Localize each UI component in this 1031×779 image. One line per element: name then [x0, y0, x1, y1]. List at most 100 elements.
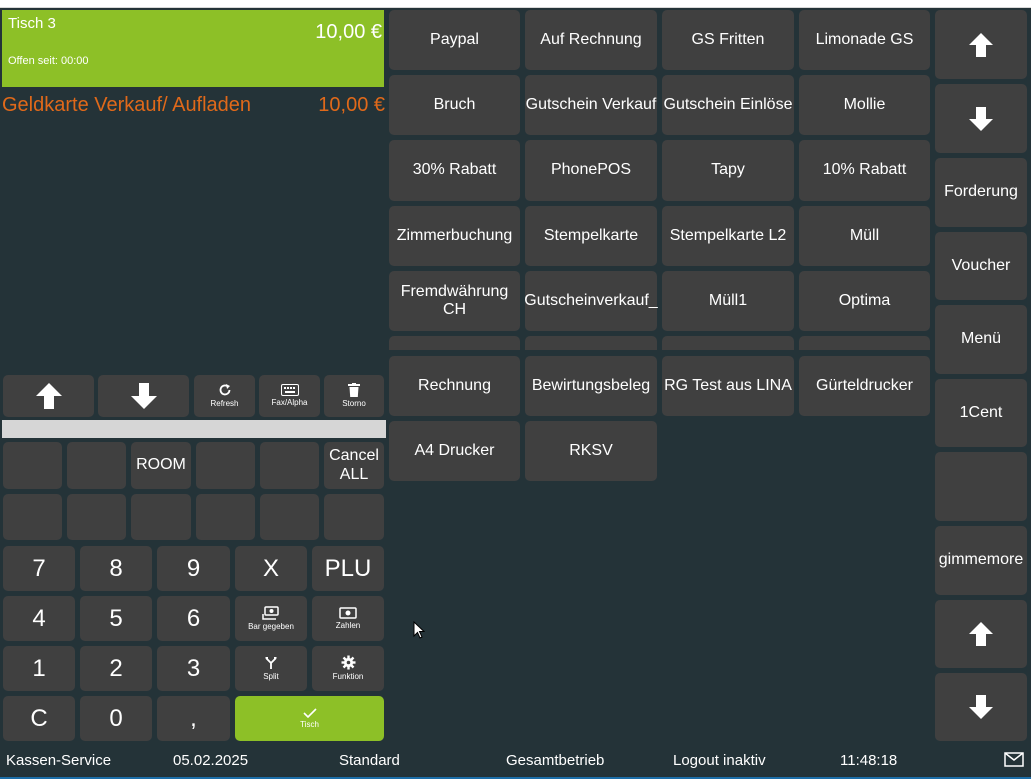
mollie-button[interactable]: Mollie	[799, 75, 930, 135]
room-label: ROOM	[136, 456, 186, 474]
key-label: C	[30, 704, 48, 732]
grid-button-partial[interactable]	[662, 336, 794, 350]
menu-button[interactable]: Menü	[935, 305, 1027, 374]
side-menu-blank[interactable]	[935, 452, 1027, 521]
optima-button[interactable]: Optima	[799, 271, 930, 331]
auf-rechnung-button[interactable]: Auf Rechnung	[525, 10, 657, 70]
keypad-blank[interactable]	[260, 494, 319, 540]
zahlen-label: Zahlen	[335, 620, 361, 630]
one-cent-button[interactable]: 1Cent	[935, 379, 1027, 447]
rksv-button[interactable]: RKSV	[525, 421, 657, 481]
grid-button-partial[interactable]	[525, 336, 657, 350]
key-label: 2	[109, 654, 123, 682]
voucher-button[interactable]: Voucher	[935, 232, 1027, 300]
key-comma[interactable]: ,	[157, 696, 230, 741]
keypad-blank[interactable]	[67, 494, 126, 540]
plu-button[interactable]: PLU	[312, 546, 384, 591]
key-label: ,	[190, 704, 197, 732]
keypad-blank[interactable]	[196, 442, 255, 489]
scroll-down-button[interactable]	[98, 375, 189, 417]
grid-label: Gutschein Verkauf	[525, 95, 657, 113]
keypad-blank[interactable]	[3, 494, 62, 540]
grid-button-partial[interactable]	[389, 336, 520, 350]
keypad-blank[interactable]	[260, 442, 319, 489]
order-item-row[interactable]: Geldkarte Verkauf/ Aufladen 10,00 €	[2, 94, 385, 118]
key-3[interactable]: 3	[157, 646, 230, 691]
fax-alpha-label: Fax/Alpha	[271, 398, 308, 408]
arrow-up-icon	[34, 382, 64, 410]
grid-button-partial[interactable]	[799, 336, 930, 350]
stempelkarte-l2-button[interactable]: Stempelkarte L2	[662, 206, 794, 266]
key-clear[interactable]: C	[3, 696, 75, 741]
tapy-button[interactable]: Tapy	[662, 140, 794, 201]
storno-button[interactable]: Storno	[324, 375, 384, 417]
muell1-button[interactable]: Müll1	[662, 271, 794, 331]
a4-drucker-button[interactable]: A4 Drucker	[389, 421, 520, 481]
forderung-button[interactable]: Forderung	[935, 158, 1027, 227]
key-4[interactable]: 4	[3, 596, 75, 641]
key-5[interactable]: 5	[80, 596, 152, 641]
key-7[interactable]: 7	[3, 546, 75, 591]
refresh-button[interactable]: Refresh	[194, 375, 255, 417]
keypad-blank[interactable]	[67, 442, 126, 489]
cancel-all-button[interactable]: Cancel ALL	[324, 442, 384, 489]
menu-scroll-down-button[interactable]	[935, 84, 1027, 153]
rabatt-10-button[interactable]: 10% Rabatt	[799, 140, 930, 201]
bruch-button[interactable]: Bruch	[389, 75, 520, 135]
zahlen-button[interactable]: Zahlen	[312, 596, 384, 641]
phonepos-button[interactable]: PhonePOS	[525, 140, 657, 201]
guerteldrucker-button[interactable]: Gürteldrucker	[799, 356, 930, 416]
gutschein-einloese-button[interactable]: Gutschein Einlöse	[662, 75, 794, 135]
paypal-button[interactable]: Paypal	[389, 10, 520, 70]
tisch-confirm-button[interactable]: Tisch	[235, 696, 384, 741]
ticket-header[interactable]: Tisch 3 10,00 € Offen seit: 00:00	[2, 10, 384, 87]
limonade-gs-button[interactable]: Limonade GS	[799, 10, 930, 70]
mail-icon[interactable]	[1004, 752, 1024, 771]
gs-fritten-button[interactable]: GS Fritten	[662, 10, 794, 70]
checkmark-icon	[302, 708, 317, 718]
rechnung-button[interactable]: Rechnung	[389, 356, 520, 416]
keypad-blank[interactable]	[3, 442, 62, 489]
key-1[interactable]: 1	[3, 646, 75, 691]
gutscheinverkauf-button[interactable]: Gutscheinverkauf_	[524, 271, 658, 331]
key-8[interactable]: 8	[80, 546, 152, 591]
grid-label: Rechnung	[418, 376, 491, 394]
keypad-blank[interactable]	[196, 494, 255, 540]
bar-gegeben-button[interactable]: Bar gegeben	[235, 596, 307, 641]
zimmerbuchung-button[interactable]: Zimmerbuchung	[389, 206, 520, 266]
room-button[interactable]: ROOM	[131, 442, 191, 489]
side-label: Voucher	[951, 256, 1011, 274]
arrow-up-icon	[967, 32, 995, 58]
split-icon	[264, 656, 278, 670]
split-button[interactable]: Split	[235, 646, 307, 691]
page-down-button[interactable]	[935, 673, 1027, 741]
key-2[interactable]: 2	[80, 646, 152, 691]
key-6[interactable]: 6	[157, 596, 230, 641]
gutschein-verkauf-button[interactable]: Gutschein Verkauf	[525, 75, 657, 135]
fax-alpha-button[interactable]: Fax/Alpha	[259, 375, 320, 417]
status-service[interactable]: Kassen-Service	[6, 752, 111, 769]
key-multiply[interactable]: X	[235, 546, 307, 591]
rg-test-button[interactable]: RG Test aus LINA	[662, 356, 794, 416]
refresh-icon	[218, 383, 232, 397]
key-9[interactable]: 9	[157, 546, 230, 591]
stempelkarte-button[interactable]: Stempelkarte	[525, 206, 657, 266]
bewirtungsbeleg-button[interactable]: Bewirtungsbeleg	[525, 356, 657, 416]
fremdwaehrung-button[interactable]: Fremdwährung CH	[389, 271, 520, 331]
funktion-button[interactable]: Funktion	[312, 646, 384, 691]
keypad-blank[interactable]	[131, 494, 191, 540]
scroll-up-button[interactable]	[3, 375, 94, 417]
keypad-blank[interactable]	[324, 494, 384, 540]
page-up-button[interactable]	[935, 600, 1027, 668]
status-bar: Kassen-Service 05.02.2025 Standard Gesam…	[0, 744, 1031, 779]
grid-label: Stempelkarte	[543, 226, 639, 244]
status-logout[interactable]: Logout inaktiv	[673, 752, 766, 769]
rabatt-30-button[interactable]: 30% Rabatt	[389, 140, 520, 201]
storno-label: Storno	[342, 399, 366, 409]
muell-button[interactable]: Müll	[799, 206, 930, 266]
key-0[interactable]: 0	[80, 696, 152, 741]
gimmemore-button[interactable]: gimmemore	[935, 526, 1027, 595]
order-item-price: 10,00 €	[318, 94, 385, 116]
arrow-down-icon	[129, 382, 159, 410]
menu-scroll-up-button[interactable]	[935, 10, 1027, 79]
